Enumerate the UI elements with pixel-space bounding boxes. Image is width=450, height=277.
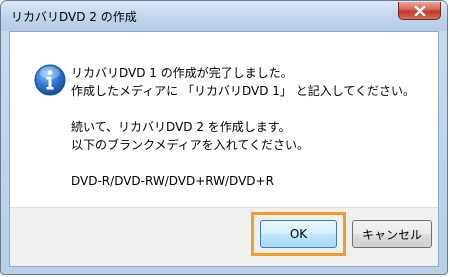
message-text: リカバリDVD 1 の作成が完了しました。 作成したメディアに 「リカバリDVD… <box>71 64 415 190</box>
message-line-4: 以下のブランクメディアを入れてください。 <box>71 138 309 152</box>
message-line-3: 続いて、リカバリDVD 2 を作成します。 <box>71 120 291 134</box>
close-icon <box>414 6 426 16</box>
message-area: リカバリDVD 1 の作成が完了しました。 作成したメディアに 「リカバリDVD… <box>10 32 438 210</box>
window-title: リカバリDVD 2 の作成 <box>11 10 137 24</box>
dialog-content: リカバリDVD 1 の作成が完了しました。 作成したメディアに 「リカバリDVD… <box>9 31 439 267</box>
media-types: DVD-R/DVD-RW/DVD+RW/DVD+R <box>71 174 274 188</box>
info-icon <box>34 64 66 96</box>
title-bar[interactable]: リカバリDVD 2 の作成 <box>1 1 447 31</box>
button-bar: OK キャンセル <box>10 207 438 266</box>
dialog-window: リカバリDVD 2 の作成 リカバリDVD 1 の作成が完了しました。 作成した… <box>0 0 448 275</box>
ok-button[interactable]: OK <box>260 220 337 248</box>
message-line-1: リカバリDVD 1 の作成が完了しました。 <box>71 66 293 80</box>
message-line-2: 作成したメディアに 「リカバリDVD 1」 と記入してください。 <box>71 84 415 98</box>
cancel-button[interactable]: キャンセル <box>352 220 432 248</box>
close-button[interactable] <box>398 2 441 20</box>
